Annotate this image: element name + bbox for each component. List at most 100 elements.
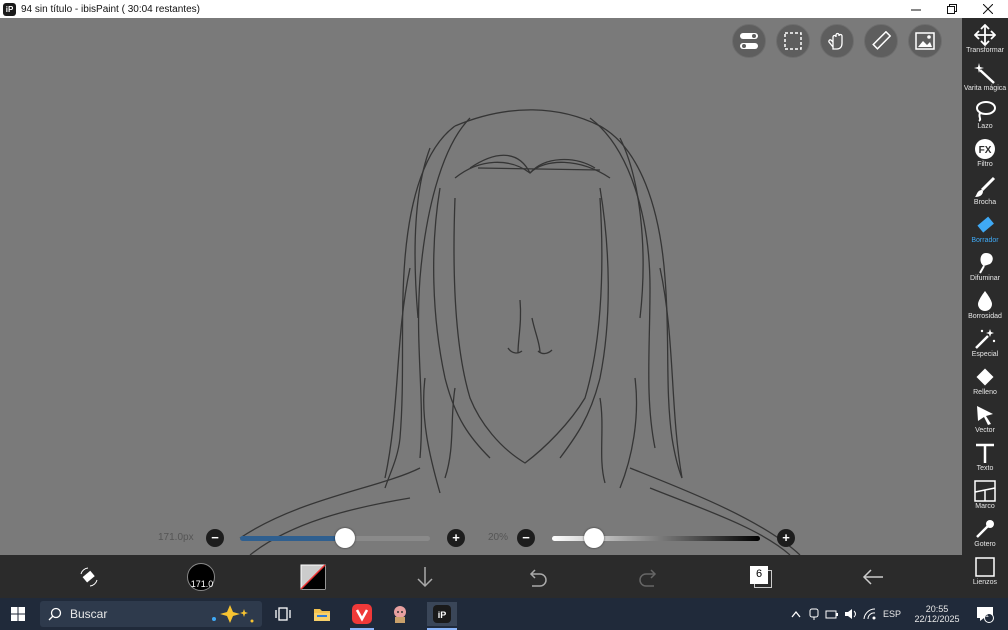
vivaldi-icon <box>352 604 372 624</box>
toggle-settings-button[interactable] <box>732 24 766 58</box>
frame-icon <box>974 480 996 502</box>
layers-button[interactable]: 6 <box>745 561 777 593</box>
tool-label: Transformar <box>966 47 1004 54</box>
tool-label: Borrador <box>971 237 999 244</box>
close-button[interactable] <box>970 0 1006 18</box>
tool-filtro[interactable]: FX Filtro <box>962 136 1008 174</box>
chevron-up-icon[interactable] <box>790 609 802 619</box>
minimize-icon <box>911 9 921 11</box>
selection-button[interactable] <box>776 24 810 58</box>
bottom-toolbar: 171.0 6 <box>0 555 962 598</box>
tool-brocha[interactable]: Brocha <box>962 174 1008 212</box>
tool-transformar[interactable]: Transformar <box>962 22 1008 60</box>
magic-wand-icon <box>974 63 995 84</box>
ruler-button[interactable] <box>864 24 898 58</box>
restore-button[interactable] <box>934 0 970 18</box>
undo-button[interactable] <box>521 561 553 593</box>
tool-borrosidad[interactable]: Borrosidad <box>962 288 1008 326</box>
brush-sliders: 171.0px − + 20% − + <box>0 525 962 551</box>
language-indicator[interactable]: ESP <box>883 609 901 619</box>
tool-marco[interactable]: Marco <box>962 478 1008 516</box>
fx-icon: FX <box>975 139 995 159</box>
start-button[interactable] <box>6 602 30 626</box>
notification-center-button[interactable]: 1 <box>972 598 998 630</box>
undo-icon <box>529 569 547 587</box>
restore-icon <box>947 4 957 14</box>
toggle-settings-icon <box>740 33 758 49</box>
tool-especial[interactable]: Especial <box>962 326 1008 364</box>
brush-size-display: 171.0 <box>190 579 214 589</box>
sparkle-icon <box>212 605 254 623</box>
vector-arrow-icon <box>977 406 993 425</box>
game-app-button[interactable] <box>388 602 412 626</box>
volume-icon[interactable] <box>844 608 858 620</box>
layer-count: 6 <box>755 568 763 580</box>
brush-size-preview-button[interactable]: 171.0 <box>185 561 217 593</box>
tool-label: Difuminar <box>970 275 1000 282</box>
size-slider-thumb[interactable] <box>334 528 355 548</box>
app-icon-text: iP <box>5 4 14 14</box>
title-bar: iP 94 sin título - ibisPaint ( 30:04 res… <box>0 0 1008 18</box>
redo-button[interactable] <box>633 561 665 593</box>
eraser-swap-icon <box>80 567 98 587</box>
svg-text:iP: iP <box>438 610 447 620</box>
hand-icon <box>828 32 843 50</box>
opacity-slider-label: 20% <box>488 532 509 543</box>
hand-button[interactable] <box>820 24 854 58</box>
download-icon <box>417 567 433 588</box>
opacity-decrease-button[interactable]: − <box>517 529 535 547</box>
opacity-slider-thumb[interactable] <box>583 528 604 548</box>
search-box[interactable]: Buscar <box>40 601 262 627</box>
folder-icon <box>314 609 330 621</box>
ibispaint-taskbar-button[interactable]: iP <box>427 602 457 630</box>
size-decrease-button[interactable]: − <box>206 529 224 547</box>
battery-icon[interactable] <box>825 608 839 620</box>
reference-image-button[interactable] <box>908 24 942 58</box>
canvas-icon <box>975 557 995 577</box>
image-icon <box>915 32 935 50</box>
tool-label: Lienzos <box>972 579 998 586</box>
layers-icon: 6 <box>749 565 773 589</box>
windows-logo-icon <box>11 607 25 621</box>
search-icon <box>48 607 62 621</box>
download-button[interactable] <box>409 561 441 593</box>
opacity-increase-button[interactable]: + <box>777 529 795 547</box>
clock-date: 22/12/2025 <box>914 614 960 624</box>
search-placeholder: Buscar <box>70 607 108 621</box>
character-app-icon <box>394 606 406 623</box>
minimize-button[interactable] <box>898 0 934 18</box>
tool-label: Lazo <box>977 123 993 130</box>
wifi-icon[interactable] <box>863 608 877 620</box>
tool-texto[interactable]: Texto <box>962 440 1008 478</box>
file-explorer-button[interactable] <box>310 602 334 626</box>
ibispaint-app-icon: iP <box>3 2 16 16</box>
tool-label: Especial <box>971 351 999 358</box>
back-button[interactable] <box>857 561 889 593</box>
vivaldi-button[interactable] <box>350 602 374 630</box>
tool-lienzos[interactable]: Lienzos <box>962 554 1008 592</box>
redo-icon <box>639 569 657 587</box>
drawing-canvas[interactable] <box>0 18 962 555</box>
close-icon <box>983 4 993 14</box>
clock[interactable]: 20:55 22/12/2025 <box>914 598 960 630</box>
tool-label: Brocha <box>973 199 997 206</box>
task-view-button[interactable] <box>271 602 295 626</box>
eraser-swap-button[interactable] <box>73 561 105 593</box>
tool-lazo[interactable]: Lazo <box>962 98 1008 136</box>
color-swatch-button[interactable] <box>297 561 329 593</box>
tool-varita-magica[interactable]: Varita mágica <box>962 60 1008 98</box>
tool-vector[interactable]: Vector <box>962 402 1008 440</box>
tool-difuminar[interactable]: Difuminar <box>962 250 1008 288</box>
tool-relleno[interactable]: Relleno <box>962 364 1008 402</box>
tool-borrador[interactable]: Borrador <box>962 212 1008 250</box>
size-slider-fill <box>240 536 345 541</box>
tool-label: Relleno <box>973 389 997 396</box>
tool-label: Marco <box>975 503 995 510</box>
windows-taskbar: Buscar iP ESP 20:55 22/12/2025 1 <box>0 598 1008 630</box>
size-increase-button[interactable]: + <box>447 529 465 547</box>
tool-gotero[interactable]: Gotero <box>962 516 1008 554</box>
selection-icon <box>784 32 802 50</box>
text-icon <box>976 443 994 463</box>
lasso-icon <box>976 101 996 122</box>
meet-now-icon[interactable] <box>808 608 820 620</box>
